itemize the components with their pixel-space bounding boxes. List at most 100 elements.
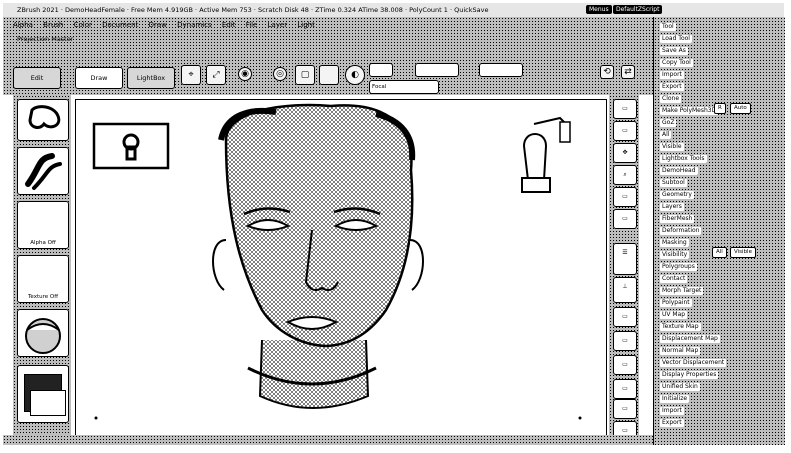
tray-row[interactable]: Morph Target <box>660 287 704 295</box>
tray-row[interactable]: Subtool <box>660 179 687 187</box>
menu-draw[interactable]: Draw <box>149 21 167 29</box>
frame-button[interactable]: ▭ <box>613 331 637 351</box>
tray-chip-auto[interactable]: Auto <box>730 103 751 114</box>
tray-row[interactable]: Visible <box>660 143 684 151</box>
focal-shift-slider[interactable] <box>369 63 393 77</box>
menu-bar: Alpha Brush Color Document Draw Dynamics… <box>3 17 653 47</box>
texture-slot[interactable]: Texture Off <box>17 255 69 303</box>
tool-palette-tray: Tool Load Tool Save As Copy Tool Import … <box>653 17 785 445</box>
z-intensity-slider[interactable] <box>415 63 459 77</box>
menu-file[interactable]: File <box>246 21 258 29</box>
tray-row[interactable]: Load Tool <box>660 35 692 43</box>
female-head-mesh[interactable] <box>212 103 424 409</box>
menu-layer[interactable]: Layer <box>268 21 288 29</box>
tray-row[interactable]: Layers <box>660 203 684 211</box>
draw-button[interactable]: Draw <box>75 67 123 89</box>
persp-button[interactable]: ☰ <box>613 243 637 275</box>
edit-button[interactable]: Edit <box>13 67 61 89</box>
color-swatch-icon[interactable] <box>319 65 339 85</box>
menus-button[interactable]: Menus <box>586 5 612 14</box>
menu-brush[interactable]: Brush <box>43 21 63 29</box>
tray-row[interactable]: Export <box>660 83 684 91</box>
brush-icon <box>28 105 61 129</box>
tray-chip-visible[interactable]: Visible <box>730 247 756 258</box>
tray-row[interactable]: Displacement Map <box>660 335 720 343</box>
stroke-icon <box>25 153 62 190</box>
texture-caption: Texture Off <box>18 294 68 301</box>
top-toolshelf: Edit Draw LightBox ⌖ ⤢ ◉ ◎ ▢ ◐ Focal ⟲ ⇄ <box>3 47 653 95</box>
tray-row[interactable]: Contact <box>660 275 688 283</box>
move-button[interactable]: ▭ <box>613 355 637 375</box>
tray-row[interactable]: Tool <box>660 23 676 31</box>
tray-row[interactable]: UV Map <box>660 311 688 319</box>
tray-row[interactable]: Texture Map <box>660 323 701 331</box>
symmetry-icon[interactable]: ⇄ <box>621 65 635 79</box>
scroll-button[interactable]: ✥ <box>613 143 637 163</box>
gradient-icon[interactable]: ◐ <box>345 65 365 85</box>
tray-row[interactable]: DemoHead <box>660 167 698 175</box>
tray-row[interactable]: Lightbox Tools <box>660 155 707 163</box>
tray-row[interactable]: Save As <box>660 47 688 55</box>
spix-button[interactable]: ▭ <box>613 121 637 141</box>
projection-master-label[interactable]: Projection Master <box>17 32 73 46</box>
tray-row[interactable]: Display Properties <box>660 371 719 379</box>
tray-row[interactable]: Copy Tool <box>660 59 693 67</box>
head-model-viewport[interactable] <box>76 100 606 436</box>
menu-alpha[interactable]: Alpha <box>13 21 33 29</box>
tray-row[interactable]: GoZ <box>660 119 677 127</box>
tray-row[interactable]: Initialize <box>660 395 690 403</box>
stroke-slot[interactable] <box>17 147 69 195</box>
rgb-icon[interactable]: ◉ <box>238 67 252 81</box>
brush-slot[interactable] <box>17 99 69 141</box>
alpha-slot[interactable]: Alpha Off <box>17 201 69 249</box>
menu-color[interactable]: Color <box>74 21 92 29</box>
tray-row[interactable]: Visibility <box>660 251 690 259</box>
tray-row[interactable]: Normal Map <box>660 347 701 355</box>
local-button[interactable]: ▭ <box>613 307 637 327</box>
menu-light[interactable]: Light <box>297 21 314 29</box>
tray-row[interactable]: Import <box>660 407 684 415</box>
move-mode-icon[interactable]: ⌖ <box>181 65 201 85</box>
tray-row[interactable]: FiberMesh <box>660 215 695 223</box>
menu-document[interactable]: Document <box>102 21 138 29</box>
material-sphere-icon <box>25 318 61 354</box>
tray-row[interactable]: Masking <box>660 239 689 247</box>
zoom-button[interactable]: ⌕ <box>613 165 637 185</box>
actual-button[interactable]: ▭ <box>613 187 637 207</box>
default-zscript-button[interactable]: DefaultZScript <box>613 5 663 14</box>
scale-button[interactable]: ▭ <box>613 379 637 399</box>
tray-chip-all[interactable]: All <box>712 247 727 258</box>
tray-row[interactable]: Geometry <box>660 191 694 199</box>
left-shelf: Alpha Off Texture Off <box>13 95 71 445</box>
menu-edit[interactable]: Edit <box>222 21 236 29</box>
right-shelf: ▭ ▭ ✥ ⌕ ▭ ▭ ☰ ⊥ ▭ ▭ ▭ ▭ ▭ ▭ <box>609 95 639 445</box>
document-canvas[interactable] <box>75 99 607 437</box>
material-slot[interactable] <box>17 309 69 357</box>
zadd-icon[interactable]: ▢ <box>295 65 315 85</box>
scale-mode-icon[interactable]: ⤢ <box>206 65 226 85</box>
rotate-button[interactable]: ▭ <box>613 399 637 419</box>
color-picker-slot[interactable] <box>17 365 69 423</box>
app-window: ZBrush 2021 · DemoHeadFemale · Free Mem … <box>3 3 785 445</box>
tray-row[interactable]: Make PolyMesh3D <box>660 107 719 115</box>
tray-row[interactable]: Vector Displacement <box>660 359 727 367</box>
floor-button[interactable]: ⊥ <box>613 277 637 303</box>
tray-chip-r[interactable]: R <box>714 103 726 114</box>
tray-row[interactable]: Deformation <box>660 227 702 235</box>
aahalf-button[interactable]: ▭ <box>613 209 637 229</box>
lightbox-button[interactable]: LightBox <box>127 67 175 89</box>
draw-size-slider[interactable] <box>479 63 523 77</box>
tray-row[interactable]: Unified Skin <box>660 383 700 391</box>
tray-row[interactable]: Polygroups <box>660 263 697 271</box>
bpr-button[interactable]: ▭ <box>613 99 637 119</box>
tray-row[interactable]: Polypaint <box>660 299 692 307</box>
tray-row[interactable]: Import <box>660 71 684 79</box>
tray-row[interactable]: Clone <box>660 95 682 103</box>
tray-row[interactable]: All <box>660 131 672 139</box>
mrgb-icon[interactable]: ◎ <box>273 67 287 81</box>
orientation-head-icon[interactable] <box>521 116 571 193</box>
menu-dynamics[interactable]: Dynamics <box>177 21 212 29</box>
tray-row[interactable]: Export <box>660 419 684 427</box>
dynamic-icon[interactable]: ⟲ <box>600 65 614 79</box>
alpha-caption: Alpha Off <box>18 240 68 247</box>
